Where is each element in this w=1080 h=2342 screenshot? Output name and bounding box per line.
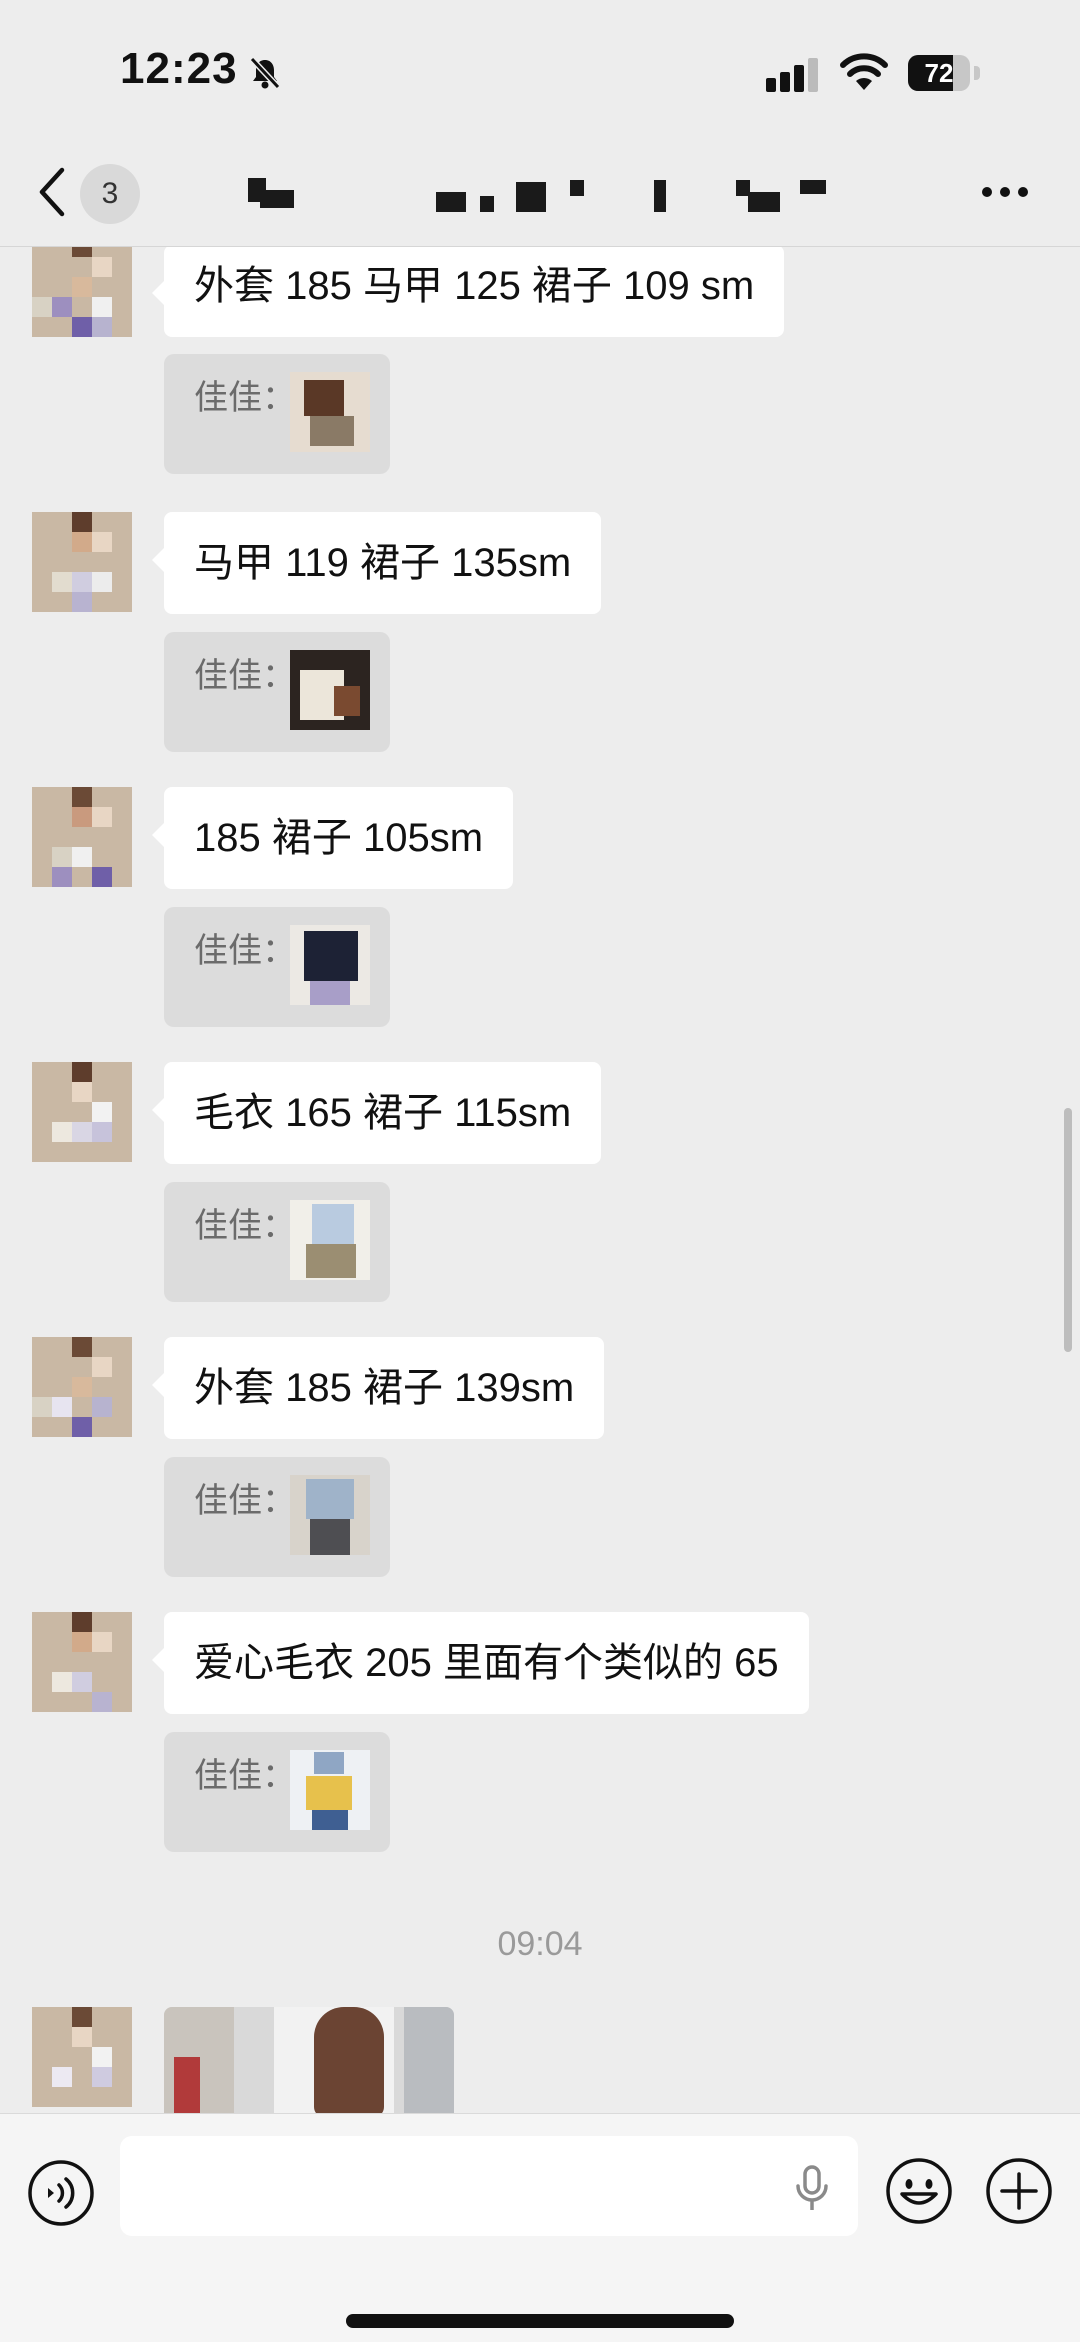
quote-sender-label: 佳佳： — [194, 1482, 296, 1520]
quote-thumbnail[interactable] — [290, 650, 370, 730]
quoted-message[interactable]: 佳佳： — [164, 632, 390, 752]
message: 外套 185 马甲 125 裙子 109 sm 佳佳： — [0, 247, 1080, 477]
battery-cap — [974, 66, 980, 80]
avatar[interactable] — [32, 1612, 132, 1712]
quote-thumbnail[interactable] — [290, 925, 370, 1005]
status-time: 12:23 — [120, 44, 238, 93]
avatar[interactable] — [32, 787, 132, 887]
quoted-message[interactable]: 佳佳： — [164, 1732, 390, 1852]
chat-header: 3 — [0, 140, 1080, 247]
quote-sender-label: 佳佳： — [194, 932, 296, 970]
message — [0, 2007, 1080, 2113]
quote-thumbnail[interactable] — [290, 1200, 370, 1280]
message-timestamp: 09:04 — [497, 1925, 583, 1963]
quoted-message[interactable]: 佳佳： — [164, 1457, 390, 1577]
wifi-icon — [840, 53, 888, 90]
quoted-message[interactable]: 佳佳： — [164, 354, 390, 474]
chat-messages[interactable]: 外套 185 马甲 125 裙子 109 sm 佳佳： 马甲 119 裙子 13… — [0, 247, 1080, 2113]
message-bubble[interactable]: 185 裙子 105sm — [151, 787, 514, 889]
bell-slash-icon — [249, 56, 281, 90]
quote-thumbnail[interactable] — [290, 1750, 370, 1830]
message-input[interactable] — [120, 2136, 858, 2236]
quote-thumbnail[interactable] — [290, 1475, 370, 1555]
message-bubble[interactable]: 爱心毛衣 205 里面有个类似的 65 — [152, 1612, 809, 1714]
more-icon[interactable] — [980, 184, 1030, 200]
quoted-message[interactable]: 佳佳： — [164, 907, 390, 1027]
image-message[interactable] — [164, 2007, 454, 2113]
unread-count-badge[interactable]: 3 — [80, 164, 140, 224]
cellular-signal-icon — [766, 58, 818, 92]
scrollbar[interactable] — [1064, 1108, 1072, 1352]
message: 185 裙子 105sm 佳佳： — [0, 787, 1080, 1047]
message: 外套 185 裙子 139sm 佳佳： — [0, 1337, 1080, 1597]
quote-thumbnail[interactable] — [290, 372, 370, 452]
battery-percentage: 72 — [924, 58, 954, 88]
quote-sender-label: 佳佳： — [194, 379, 296, 417]
quote-sender-label: 佳佳： — [194, 1207, 296, 1245]
input-bar — [0, 2113, 1080, 2342]
message-bubble[interactable]: 毛衣 165 裙子 115sm — [151, 1062, 602, 1164]
battery-icon: 72 — [908, 55, 980, 91]
status-bar: 12:23 72 — [0, 0, 1080, 140]
message-bubble[interactable]: 外套 185 裙子 139sm — [151, 1337, 605, 1439]
quote-sender-label: 佳佳： — [194, 657, 296, 695]
avatar[interactable] — [32, 247, 132, 337]
quoted-message[interactable]: 佳佳： — [164, 1182, 390, 1302]
avatar[interactable] — [32, 512, 132, 612]
chevron-left-icon[interactable] — [36, 166, 70, 218]
emoji-icon[interactable] — [884, 2156, 954, 2226]
message-bubble[interactable]: 外套 185 马甲 125 裙子 109 sm — [151, 247, 785, 337]
avatar[interactable] — [32, 1062, 132, 1162]
message: 爱心毛衣 205 里面有个类似的 65 佳佳： — [0, 1612, 1080, 1872]
battery-body: 72 — [908, 55, 970, 91]
avatar[interactable] — [32, 1337, 132, 1437]
plus-icon[interactable] — [984, 2156, 1054, 2226]
quote-sender-label: 佳佳： — [194, 1757, 296, 1795]
home-indicator — [346, 2314, 734, 2328]
microphone-icon[interactable] — [790, 2164, 834, 2214]
message-bubble[interactable]: 马甲 119 裙子 135sm — [151, 512, 602, 614]
avatar[interactable] — [32, 2007, 132, 2107]
message: 马甲 119 裙子 135sm 佳佳： — [0, 512, 1080, 772]
message: 毛衣 165 裙子 115sm 佳佳： — [0, 1062, 1080, 1322]
voice-input-icon[interactable] — [26, 2158, 96, 2228]
